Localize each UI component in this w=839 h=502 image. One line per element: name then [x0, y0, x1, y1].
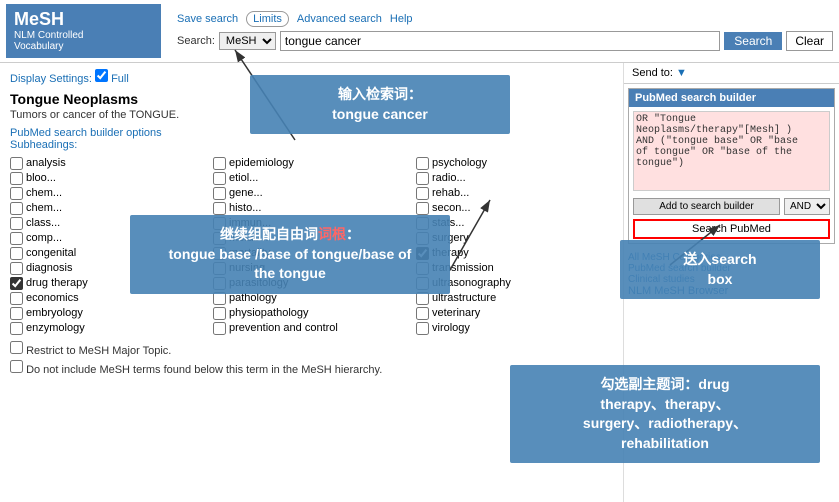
- annotation-tongue-base: 继续组配自由词词根：tongue base /base of tongue/ba…: [130, 215, 450, 294]
- save-search-link[interactable]: Save search: [177, 13, 238, 25]
- subheading-physiopathology: physiopathology: [213, 307, 410, 320]
- subheading-secondary: secon...: [416, 202, 613, 215]
- search-button[interactable]: Search: [724, 32, 782, 50]
- and-select[interactable]: AND OR NOT: [784, 198, 830, 215]
- restrict-label: Restrict to MeSH Major Topic.: [26, 345, 171, 357]
- no-include-checkbox[interactable]: [10, 360, 23, 373]
- search-pubmed-button[interactable]: Search PubMed: [633, 219, 830, 239]
- subheading-chemistry: chem...: [10, 187, 207, 200]
- advanced-search-link[interactable]: Advanced search: [297, 13, 382, 25]
- restrict-checkbox[interactable]: [10, 341, 23, 354]
- send-to-row: Send to: ▼: [624, 63, 839, 84]
- subheading-prevention: prevention and control: [213, 322, 410, 335]
- top-links: Save search Limits Advanced search Help: [177, 11, 833, 27]
- add-to-builder-button[interactable]: Add to search builder: [633, 198, 780, 215]
- annotation-search-term: 输入检索词：tongue cancer: [250, 75, 510, 134]
- psb-header: PubMed search builder: [629, 89, 834, 107]
- pubmed-search-builder: PubMed search builder OR "Tongue Neoplas…: [628, 88, 835, 244]
- subheadings-link[interactable]: Subheadings:: [10, 139, 613, 151]
- subheading-rehabilitation: rehab...: [416, 187, 613, 200]
- search-label: Search:: [177, 35, 215, 47]
- no-include-label: Do not include MeSH terms found below th…: [26, 364, 382, 376]
- search-input[interactable]: [280, 31, 720, 51]
- subheading-virology: virology: [416, 322, 613, 335]
- limits-button[interactable]: Limits: [246, 11, 289, 27]
- subheading-etiology: etiol...: [213, 172, 410, 185]
- psb-buttons: Add to search builder AND OR NOT: [633, 198, 830, 215]
- subheading-radiotherapy: radio...: [416, 172, 613, 185]
- search-row: Save search Limits Advanced search Help …: [177, 11, 833, 51]
- display-full-checkbox[interactable]: [95, 69, 108, 82]
- restrict-row: Restrict to MeSH Major Topic.: [10, 341, 613, 357]
- logo-subtitle: NLM ControlledVocabulary: [14, 30, 153, 52]
- logo-text: MeSH: [14, 10, 153, 30]
- subheading-enzymology: enzymology: [10, 322, 207, 335]
- subheading-analysis: analysis: [10, 157, 207, 170]
- send-to-link[interactable]: ▼: [676, 67, 687, 79]
- subheading-veterinary: veterinary: [416, 307, 613, 320]
- subheading-embryology: embryology: [10, 307, 207, 320]
- annotation-subheadings: 勾选副主题词：drugtherapy、therapy、surgery、radio…: [510, 365, 820, 463]
- psb-content: OR "Tongue Neoplasms/therapy"[Mesh] ) AN…: [629, 107, 834, 243]
- logo-area: MeSH NLM ControlledVocabulary: [6, 4, 161, 58]
- subheading-genetics: gene...: [213, 187, 410, 200]
- search-type-select[interactable]: MeSH: [219, 32, 276, 50]
- search-bar: Search: MeSH Search Clear: [177, 31, 833, 51]
- subheading-psychology: psychology: [416, 157, 613, 170]
- subheading-history: histo...: [213, 202, 410, 215]
- send-to-label: Send to:: [632, 67, 673, 79]
- display-full-link[interactable]: Full: [111, 73, 129, 85]
- subheading-epidemiology: epidemiology: [213, 157, 410, 170]
- annotation-send-search-box: 送入searchbox: [620, 240, 820, 299]
- header: MeSH NLM ControlledVocabulary Save searc…: [0, 0, 839, 63]
- subheading-blood: bloo...: [10, 172, 207, 185]
- psb-textarea[interactable]: OR "Tongue Neoplasms/therapy"[Mesh] ) AN…: [633, 111, 830, 191]
- help-link[interactable]: Help: [390, 13, 413, 25]
- display-settings-label: Display Settings:: [10, 73, 92, 85]
- subheading-chemistry2: chem...: [10, 202, 207, 215]
- pubmed-builder-link[interactable]: PubMed search builder options: [10, 127, 162, 139]
- clear-button[interactable]: Clear: [786, 31, 833, 51]
